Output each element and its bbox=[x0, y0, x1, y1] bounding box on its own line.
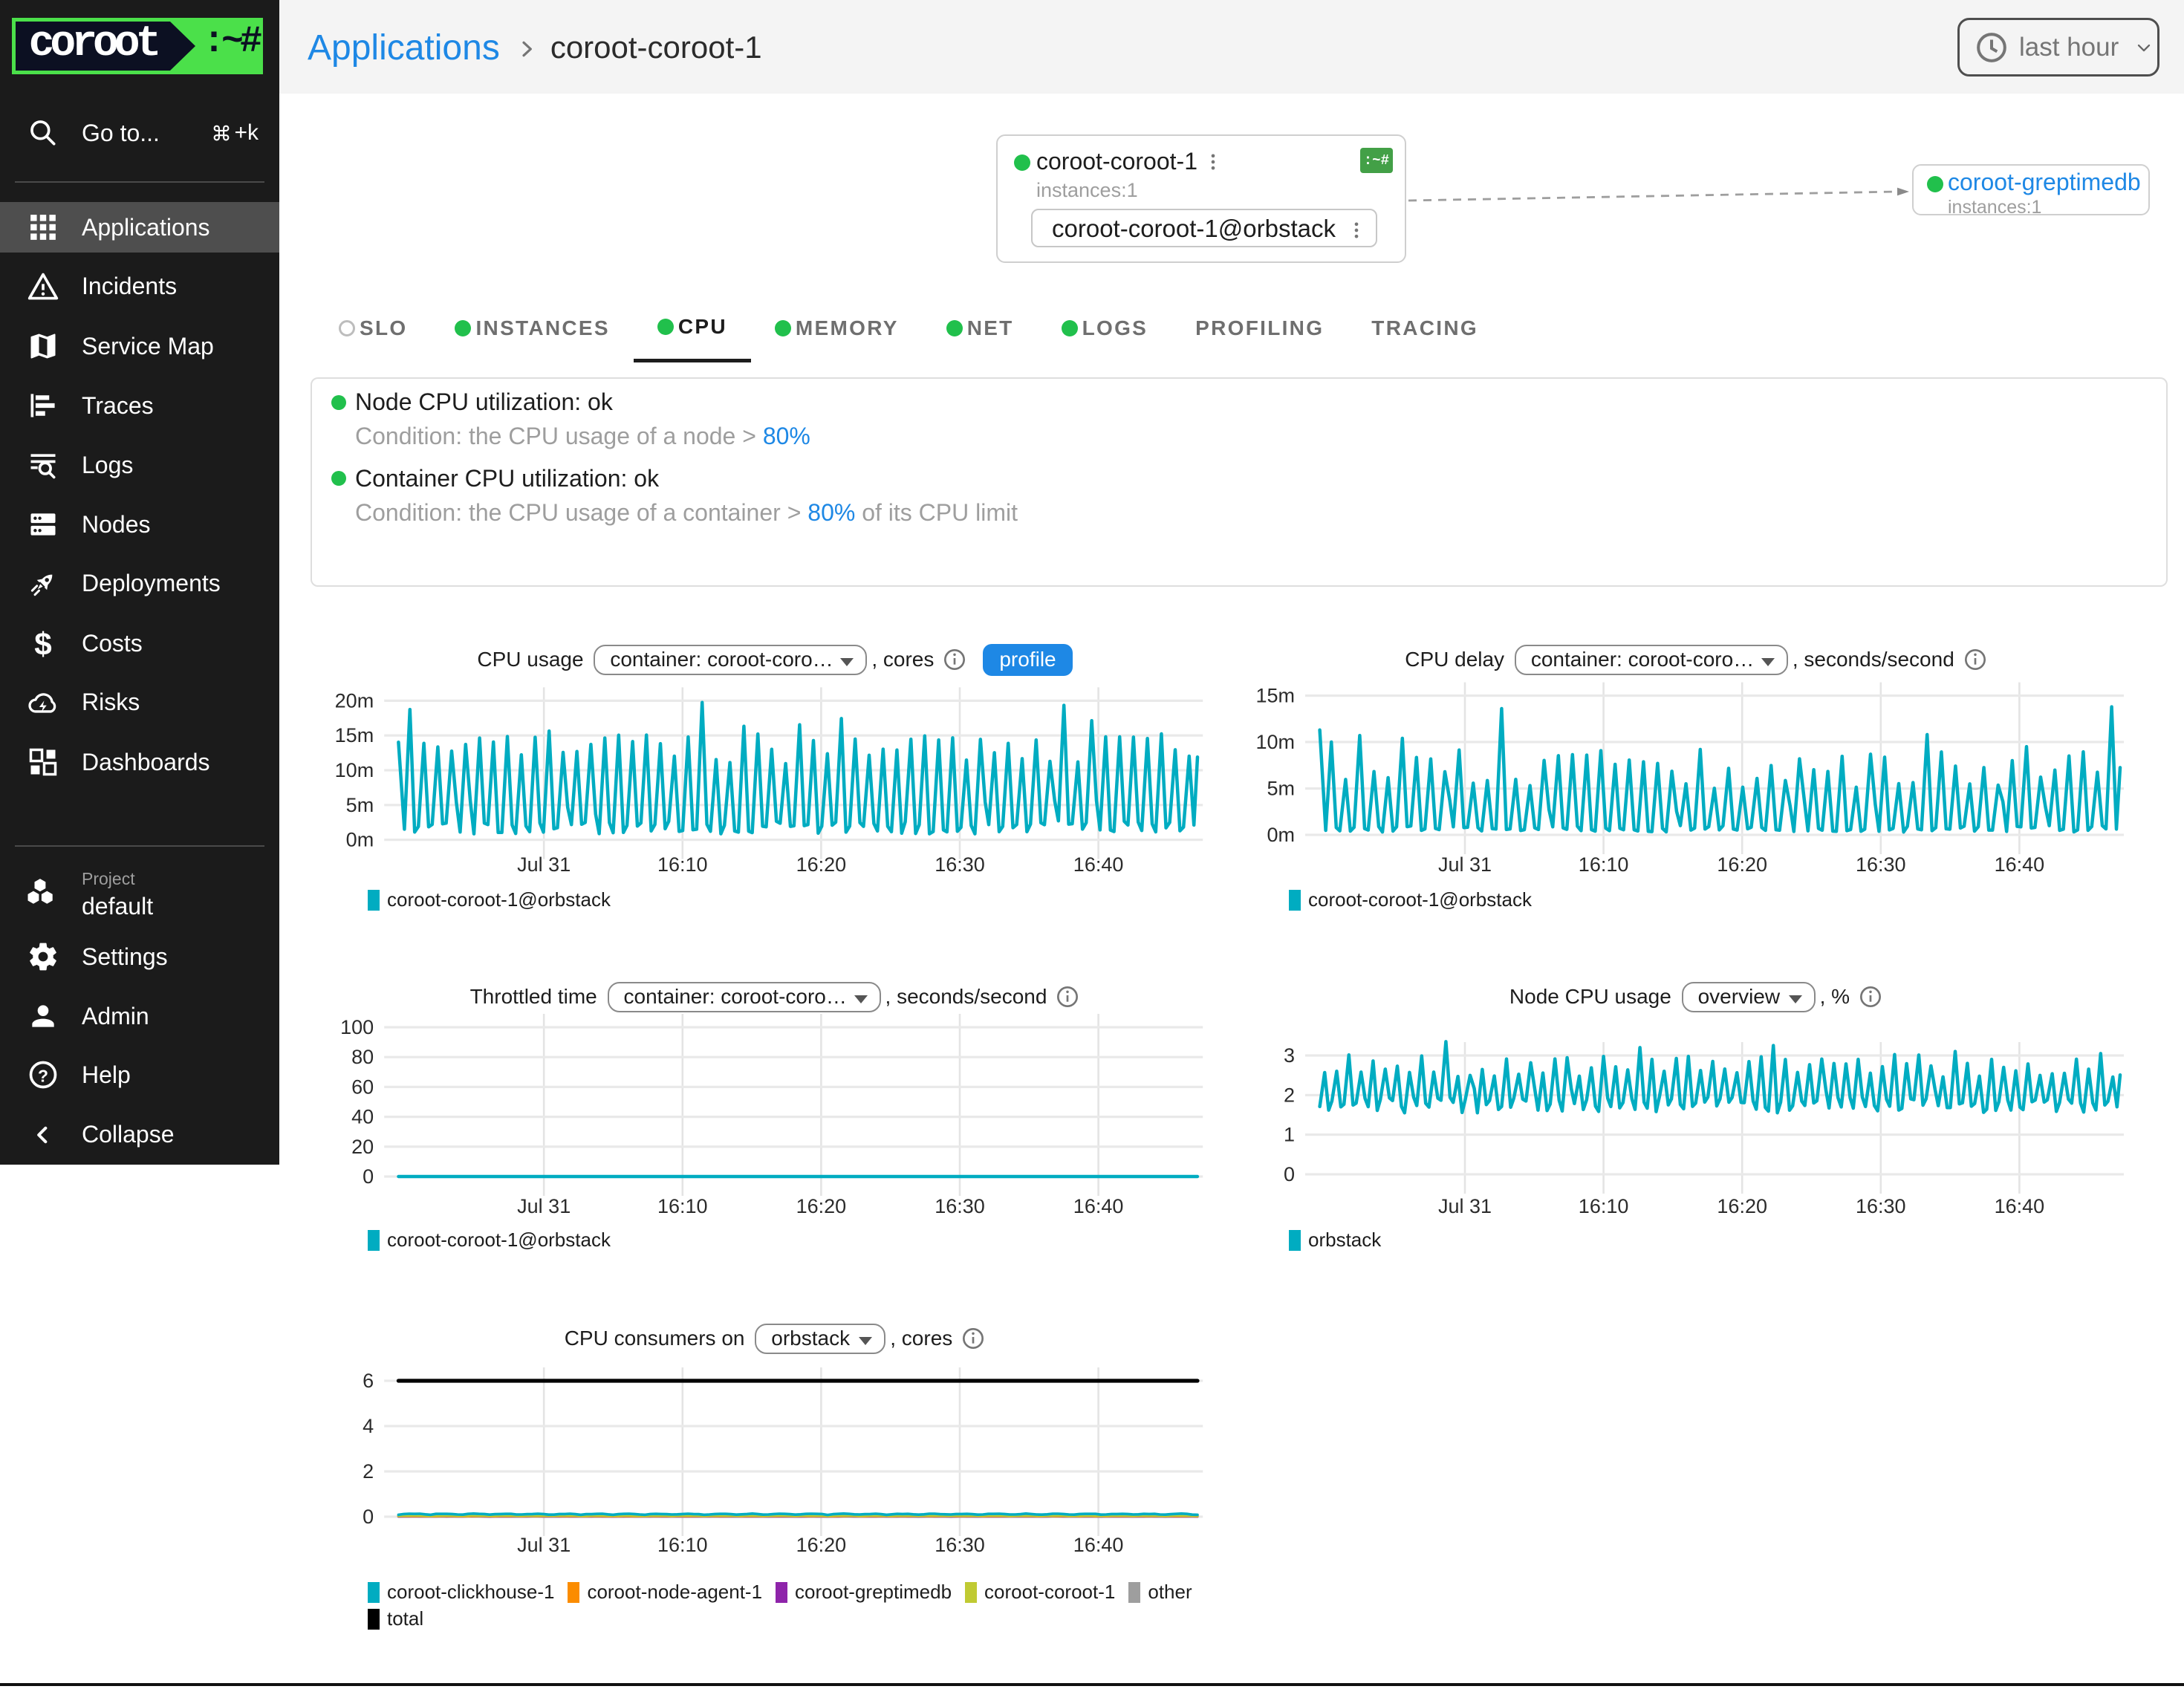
svg-text:16:30: 16:30 bbox=[1856, 853, 1906, 876]
svg-text:0: 0 bbox=[363, 1506, 374, 1528]
svg-text:16:30: 16:30 bbox=[1856, 1195, 1906, 1217]
svg-text:2: 2 bbox=[363, 1460, 374, 1483]
svg-text:15m: 15m bbox=[1255, 685, 1295, 707]
svg-text:Jul 31: Jul 31 bbox=[517, 1195, 571, 1217]
svg-text:100: 100 bbox=[340, 1016, 374, 1038]
svg-text:Jul 31: Jul 31 bbox=[1438, 853, 1492, 876]
svg-text:Jul 31: Jul 31 bbox=[517, 1534, 571, 1556]
svg-text:?: ? bbox=[38, 1067, 48, 1086]
svg-text:0m: 0m bbox=[1267, 824, 1295, 846]
svg-text:Jul 31: Jul 31 bbox=[517, 853, 571, 876]
svg-text:16:40: 16:40 bbox=[1073, 1534, 1124, 1556]
svg-text:0: 0 bbox=[363, 1165, 374, 1188]
svg-text:20: 20 bbox=[351, 1136, 374, 1158]
svg-text:16:10: 16:10 bbox=[657, 1534, 708, 1556]
svg-text:16:10: 16:10 bbox=[1579, 853, 1629, 876]
svg-text:16:40: 16:40 bbox=[1995, 1195, 2045, 1217]
svg-text:16:20: 16:20 bbox=[796, 1195, 847, 1217]
svg-text:16:20: 16:20 bbox=[1717, 853, 1767, 876]
svg-text:16:10: 16:10 bbox=[657, 853, 708, 876]
svg-text:16:30: 16:30 bbox=[935, 1534, 985, 1556]
svg-text:16:40: 16:40 bbox=[1073, 853, 1124, 876]
svg-text:0: 0 bbox=[1284, 1163, 1295, 1185]
svg-text:60: 60 bbox=[351, 1076, 374, 1098]
svg-text:10m: 10m bbox=[335, 759, 374, 781]
svg-text:16:10: 16:10 bbox=[1579, 1195, 1629, 1217]
svg-text:0m: 0m bbox=[346, 829, 374, 851]
svg-text:5m: 5m bbox=[1267, 778, 1295, 800]
svg-text:16:10: 16:10 bbox=[657, 1195, 708, 1217]
svg-text:16:40: 16:40 bbox=[1995, 853, 2045, 876]
svg-text:3: 3 bbox=[1284, 1044, 1295, 1067]
svg-text:20m: 20m bbox=[335, 689, 374, 712]
svg-text:16:30: 16:30 bbox=[935, 1195, 985, 1217]
svg-text:15m: 15m bbox=[335, 724, 374, 746]
svg-text:16:20: 16:20 bbox=[1717, 1195, 1767, 1217]
svg-text:1: 1 bbox=[1284, 1124, 1295, 1146]
svg-text:16:20: 16:20 bbox=[796, 853, 847, 876]
svg-text:16:30: 16:30 bbox=[935, 853, 985, 876]
svg-text:Jul 31: Jul 31 bbox=[1438, 1195, 1492, 1217]
svg-text:6: 6 bbox=[363, 1370, 374, 1392]
svg-text:16:40: 16:40 bbox=[1073, 1195, 1124, 1217]
svg-text:5m: 5m bbox=[346, 794, 374, 816]
svg-text:16:20: 16:20 bbox=[796, 1534, 847, 1556]
svg-text:10m: 10m bbox=[1255, 731, 1295, 753]
svg-text:40: 40 bbox=[351, 1106, 374, 1128]
svg-text:4: 4 bbox=[363, 1415, 374, 1437]
svg-text:80: 80 bbox=[351, 1046, 374, 1068]
svg-text:$: $ bbox=[34, 627, 51, 660]
svg-text:2: 2 bbox=[1284, 1084, 1295, 1106]
